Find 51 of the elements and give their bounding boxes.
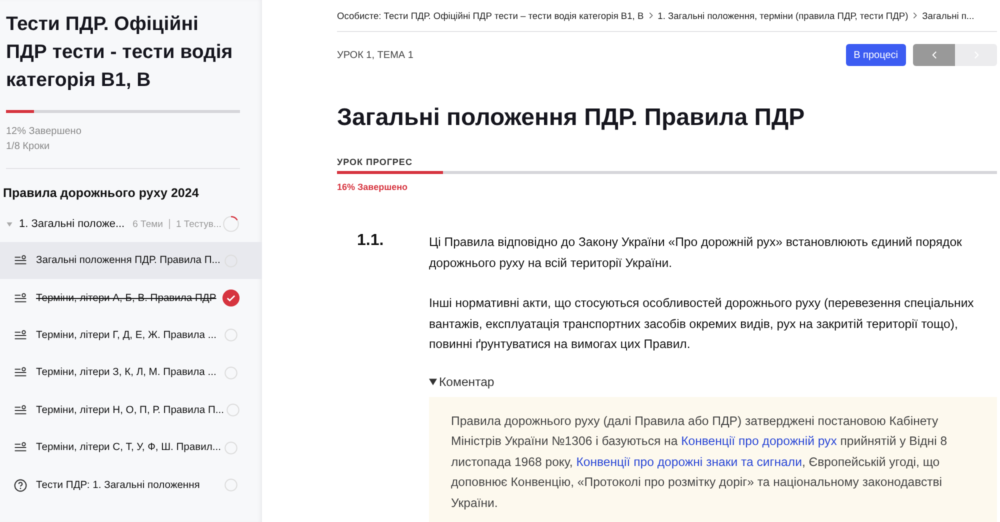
text-lines-icon bbox=[14, 441, 27, 454]
topic-item[interactable]: Терміни, літери С, Т, У, Ф, Ш. Правил... bbox=[0, 428, 262, 466]
text-lines-icon bbox=[14, 292, 27, 305]
expand-caret-icon[interactable] bbox=[6, 220, 13, 228]
comment-toggle[interactable]: Коментар bbox=[429, 374, 494, 388]
convention-link[interactable]: Конвенції про дорожній рух bbox=[681, 434, 837, 448]
rule-paragraph: Інші нормативні акти, що стосуються особливостей дорожнього руху (перевезення спеціальних вантажів, експлуатація транспортних засобів окремих видів, рух на закритій території тощо), повинні ґрунтуватися на вимогах цих Правил. bbox=[429, 295, 975, 353]
topic-item[interactable]: Терміни, літери Н, О, П, Р. Правила П... bbox=[0, 392, 262, 429]
topic-item[interactable]: Загальні положення ПДР. Правила П... bbox=[0, 242, 262, 280]
chevron-right-icon bbox=[648, 12, 653, 19]
status-button[interactable]: В процесі bbox=[846, 44, 906, 66]
chevron-right-icon bbox=[913, 12, 918, 19]
topic-title: Терміни, літери А, Б, В. Правила ПДР bbox=[36, 292, 216, 304]
section-title: Правила дорожнього руху 2024 bbox=[3, 186, 200, 200]
progress-percent: 16% Завершено bbox=[337, 182, 409, 192]
topics-count: 6 Теми bbox=[132, 218, 163, 230]
progress-label: УРОК ПРОГРЕС bbox=[337, 157, 414, 167]
progress-ring-icon bbox=[222, 215, 240, 233]
disclosure-triangle-icon bbox=[429, 378, 437, 386]
lesson-row[interactable]: 1. Загальні положе... 6 Теми 1 Тестув... bbox=[6, 212, 240, 236]
topic-title: Тести ПДР: 1. Загальні положення bbox=[36, 480, 200, 491]
topic-title: Терміни, літери Н, О, П, Р. Правила П... bbox=[36, 404, 224, 416]
topic-item[interactable]: Тести ПДР: 1. Загальні положення bbox=[0, 466, 262, 504]
text-lines-icon bbox=[14, 328, 27, 342]
breadcrumb-link[interactable]: 1. Загальні положення, терміни (правила ПДР, тести ПДР) bbox=[658, 10, 908, 20]
lesson-label: УРОК 1, ТЕМА 1 bbox=[337, 50, 414, 60]
lesson-title: 1. Загальні положе... bbox=[19, 218, 125, 230]
breadcrumb-link[interactable]: Загальні п... bbox=[922, 10, 974, 20]
topic-item[interactable]: Терміни, літери Г, Д, Е, Ж. Правила ... bbox=[0, 316, 262, 354]
topic-title: Терміни, літери Г, Д, Е, Ж. Правила ... bbox=[36, 330, 216, 341]
text-lines-icon bbox=[14, 254, 27, 268]
topic-title: Загальні положення ПДР. Правила П... bbox=[36, 255, 220, 266]
question-icon bbox=[14, 478, 27, 492]
previous-button[interactable] bbox=[913, 44, 955, 66]
rule-number: 1.1. bbox=[356, 232, 385, 251]
topic-title: Терміни, літери З, К, Л, М. Правила ... bbox=[36, 367, 216, 378]
course-steps: 1/8 Кроки bbox=[6, 139, 240, 154]
tests-count: 1 Тестув... bbox=[176, 218, 222, 230]
text-lines-icon bbox=[14, 366, 27, 380]
course-percent: 12% Завершено bbox=[6, 125, 82, 139]
convention-link[interactable]: Конвенції про дорожні знаки та сигнали bbox=[576, 454, 802, 468]
topic-item[interactable]: Терміни, літери А, Б, В. Правила ПДР bbox=[0, 279, 262, 317]
topic-title: Терміни, літери С, Т, У, Ф, Ш. Правил... bbox=[36, 442, 221, 454]
text-lines-icon bbox=[14, 404, 27, 417]
lesson-title: Загальні положення ПДР. Правила ПДР bbox=[337, 104, 806, 132]
chevron-left-icon bbox=[932, 51, 936, 59]
course-title: Тести ПДР. Офіційні ПДР тести - тести водія категорія B1, B bbox=[6, 12, 234, 93]
rule-paragraph: Ці Правила відповідно до Закону України «Про дорожній рух» встановлюють єдиний порядок дорожнього руху на всій території України. bbox=[429, 234, 963, 272]
comment-text: Правила дорожнього руху (далі Правила або ПДР) затверджені постановою Кабінету Міністрів України №1306 і базуються на Конвенції про дорожній рух прийнятій у Відні 8 листопада 1968 року, Конвенції про дорожні знаки та сигнали, Європейській угоді, що доповнює Конвенцію, «Протоколі про розмітку доріг» та національному законодавстві України. bbox=[451, 412, 948, 512]
breadcrumb-link[interactable]: Особисте: Тести ПДР. Офіційні ПДР тести – тести водія категорія B1, B bbox=[337, 10, 644, 20]
topic-item[interactable]: Терміни, літери З, К, Л, М. Правила ... bbox=[0, 354, 262, 392]
